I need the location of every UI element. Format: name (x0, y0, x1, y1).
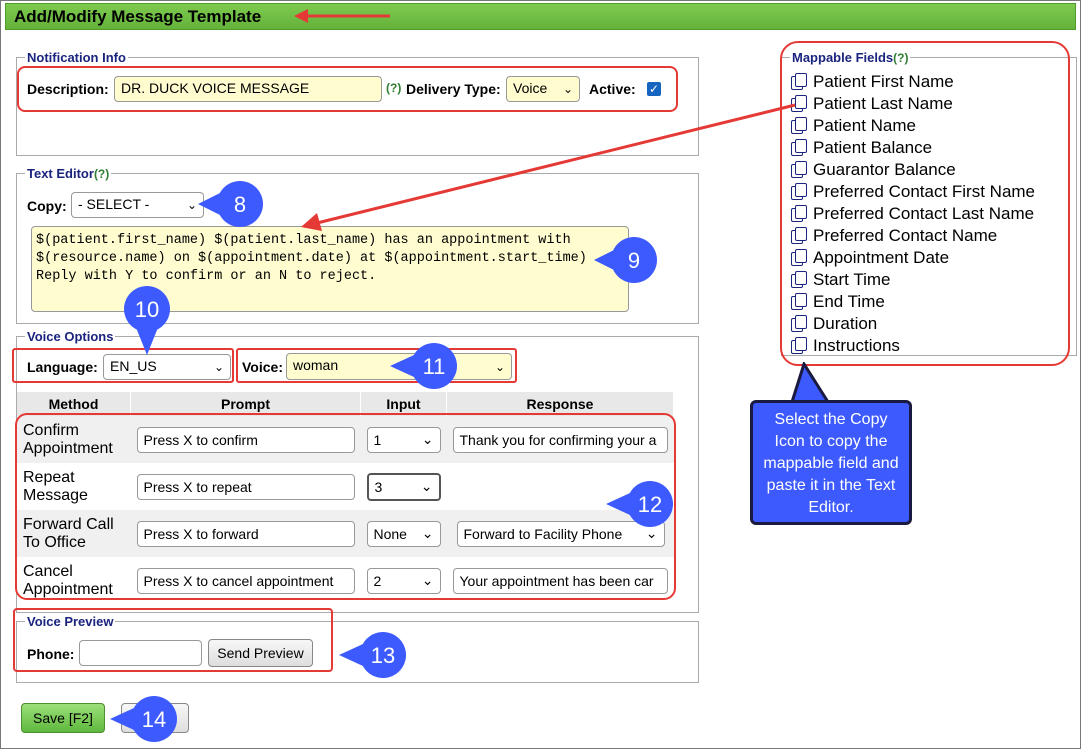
badge-number: 12 (638, 492, 662, 517)
delivery-type-value: Voice (513, 80, 548, 96)
mappable-field-patient-last-name[interactable]: Patient Last Name (791, 93, 953, 115)
badge-14: 14 (110, 696, 177, 742)
mappable-field-label: Preferred Contact First Name (813, 182, 1036, 201)
mappable-field-label: Appointment Date (813, 248, 950, 267)
mappable-field-guarantor-balance[interactable]: Guarantor Balance (791, 159, 956, 181)
chevron-down-icon: ⌄ (494, 359, 505, 374)
copy-select[interactable]: - SELECT - ⌄ (71, 192, 204, 218)
badge-number: 13 (371, 643, 395, 668)
phone-input[interactable] (79, 640, 202, 666)
save-button[interactable]: Save [F2] (21, 703, 105, 733)
mappable-field-label: Preferred Contact Last Name (813, 204, 1035, 223)
editor-line-2: $(resource.name) on $(appointment.date) … (36, 251, 587, 266)
mappable-field-label: Patient Name (813, 116, 916, 135)
description-label: Description: (27, 81, 109, 97)
language-value: EN_US (110, 358, 157, 374)
badge-11: 11 (390, 343, 457, 389)
mappable-field-label: Preferred Contact Name (813, 226, 998, 245)
mappable-field-preferred-contact-last-name[interactable]: Preferred Contact Last Name (791, 203, 1034, 225)
chevron-down-icon: ⌄ (213, 360, 224, 374)
copy-instruction-callout: Select the Copy Icon to copy the mappabl… (750, 400, 912, 525)
badge-10: 10 (124, 286, 170, 355)
title-arrow (294, 9, 390, 23)
mappable-field-instructions[interactable]: Instructions (791, 335, 900, 357)
badge-13: 13 (339, 632, 406, 678)
copy-icon[interactable] (791, 73, 807, 90)
mappable-field-label: Patient First Name (813, 72, 954, 91)
mappable-field-preferred-contact-name[interactable]: Preferred Contact Name (791, 225, 997, 247)
voice-options-legend: Voice Options (27, 329, 114, 344)
badge-number: 10 (135, 297, 159, 322)
mappable-field-patient-balance[interactable]: Patient Balance (791, 137, 932, 159)
mappable-field-patient-first-name[interactable]: Patient First Name (791, 71, 954, 93)
copy-icon[interactable] (791, 249, 807, 266)
badge-number: 11 (423, 354, 446, 379)
mappable-field-label: Duration (813, 314, 878, 333)
mappable-field-label: End Time (813, 292, 885, 311)
mappable-field-label: Guarantor Balance (813, 160, 956, 179)
page-title: Add/Modify Message Template (14, 7, 262, 26)
text-editor-help-icon[interactable]: (?) (94, 167, 109, 181)
copy-label: Copy: (27, 198, 67, 214)
mappable-field-label: Patient Last Name (813, 94, 953, 113)
description-help-icon[interactable]: (?) (386, 81, 401, 95)
badge-number: 9 (628, 248, 640, 273)
mappable-field-label: Start Time (813, 270, 891, 289)
mappable-field-end-time[interactable]: End Time (791, 291, 885, 313)
voice-label: Voice: (242, 359, 283, 375)
notification-info-legend: Notification Info (27, 50, 126, 65)
badge-8: 8 (198, 181, 263, 227)
text-editor-legend: Text Editor (27, 166, 94, 181)
badge-number: 8 (234, 192, 246, 217)
chevron-down-icon: ⌄ (562, 82, 573, 96)
mappable-field-patient-name[interactable]: Patient Name (791, 115, 916, 137)
mappable-field-start-time[interactable]: Start Time (791, 269, 890, 291)
mappable-field-label: Patient Balance (813, 138, 933, 157)
mappable-field-duration[interactable]: Duration (791, 313, 877, 335)
copy-icon[interactable] (791, 271, 807, 288)
mappable-field-label: Instructions (813, 336, 900, 355)
editor-line-3: Reply with Y to confirm or an N to rejec… (36, 269, 377, 284)
voice-value: woman (293, 357, 339, 373)
editor-line-1: $(patient.first_name) $(patient.last_nam… (36, 233, 571, 248)
send-preview-button[interactable]: Send Preview (208, 639, 313, 667)
copy-icon[interactable] (791, 337, 807, 354)
phone-label: Phone: (27, 646, 75, 662)
language-label: Language: (27, 359, 98, 375)
copy-arrow (301, 103, 796, 231)
mappable-field-preferred-contact-first-name[interactable]: Preferred Contact First Name (791, 181, 1035, 203)
title-bar: Add/Modify Message Template (5, 3, 1076, 30)
mappable-field-appointment-date[interactable]: Appointment Date (791, 247, 949, 269)
badge-number: 14 (142, 707, 166, 732)
copy-select-value: - SELECT - (78, 196, 150, 212)
active-checkbox[interactable]: ✓ (647, 82, 661, 96)
language-select[interactable]: EN_US ⌄ (103, 354, 231, 380)
callout-pointer (790, 362, 830, 404)
methods-highlight (15, 413, 676, 600)
badge-12: 12 (606, 481, 673, 527)
copy-icon[interactable] (791, 293, 807, 310)
copy-icon[interactable] (791, 315, 807, 332)
badge-9: 9 (594, 237, 657, 283)
